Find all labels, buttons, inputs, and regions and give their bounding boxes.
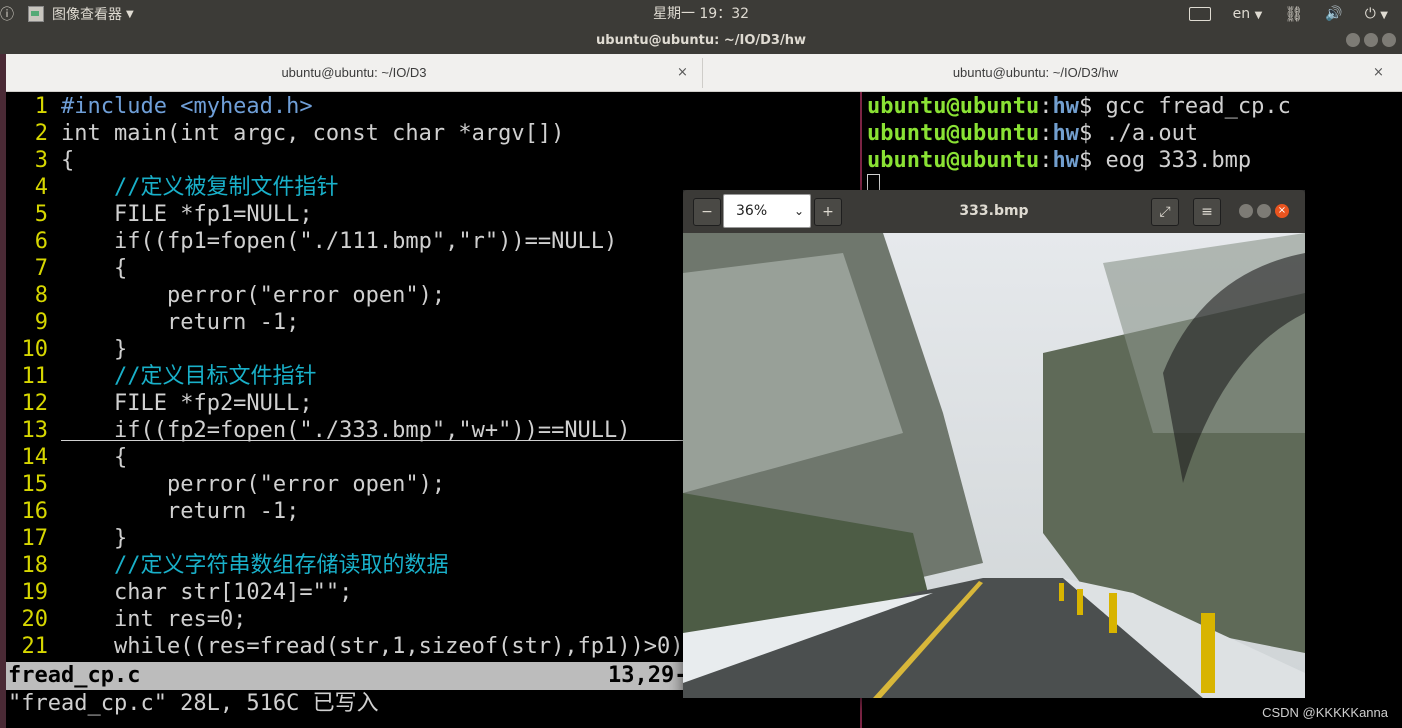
code-text: while((res=fread(str,1,sizeof(str),fp1))… [61,634,684,659]
line-number: 16 [21,499,49,524]
status-filename: fread_cp.c [8,663,141,688]
terminal-command: eog 333.bmp [1105,148,1252,173]
prompt-user: ubuntu@ubuntu [867,94,1040,119]
terminal-title-bar: ubuntu@ubuntu: ~/IO/D3/hw [0,28,1402,54]
window-title: ubuntu@ubuntu: ~/IO/D3/hw [596,33,806,48]
displayed-image [683,233,1305,698]
line-number: 15 [21,472,49,497]
tab-d3[interactable]: ubuntu@ubuntu: ~/IO/D3 [6,54,702,91]
line-number: 17 [21,526,49,551]
code-text: { [61,445,128,470]
prompt-user: ubuntu@ubuntu [867,121,1040,146]
line-number: 20 [21,607,49,632]
power-icon[interactable]: ⏻ ▼ [1365,6,1388,22]
code-text: int res=0; [61,607,247,632]
code-text: perror("error open"); [61,472,446,497]
code-text: int main(int argc, const char *argv[]) [61,121,565,146]
watermark: CSDN @KKKKKanna [1262,705,1388,720]
network-icon[interactable]: ⛓ [1284,5,1303,23]
code-text: } [61,337,128,362]
line-number: 19 [21,580,49,605]
line-number: 8 [34,283,48,308]
line-number: 2 [34,121,48,146]
line-number: 12 [21,391,49,416]
tab-close-button[interactable]: × [1373,54,1384,91]
line-number: 21 [21,634,49,659]
prompt-separator: : [1039,148,1053,173]
code-text: return -1; [61,310,300,335]
prompt-symbol: $ [1078,94,1106,119]
line-number: 1 [34,94,48,119]
prompt-symbol: $ [1078,121,1106,146]
prompt-directory: hw [1052,148,1079,173]
code-text: } [61,526,128,551]
keyboard-icon[interactable] [1188,7,1211,21]
line-number: 18 [21,553,49,578]
prompt-separator: : [1039,121,1053,146]
terminal-command: gcc fread_cp.c [1105,94,1291,119]
close-icon[interactable]: × [1275,204,1289,218]
prompt-directory: hw [1052,94,1079,119]
command-message: "fread_cp.c" 28L, 516C 已写入 [8,691,379,716]
volume-icon[interactable]: 🔊 [1325,6,1342,22]
fullscreen-button[interactable]: ⤢ [1151,198,1179,226]
line-number: 3 [34,148,48,173]
code-text: FILE *fp1=NULL; [61,202,313,227]
terminal-command: ./a.out [1105,121,1199,146]
code-text: { [61,256,128,281]
terminal-tabs: ubuntu@ubuntu: ~/IO/D3 × ubuntu@ubuntu: … [6,54,1402,92]
code-text: char str[1024]=""; [61,580,353,605]
code-text: //定义字符串数组存储读取的数据 [61,553,449,578]
maximize-icon[interactable] [1364,33,1378,47]
line-number: 9 [34,310,48,335]
code-text: FILE *fp2=NULL; [61,391,313,416]
prompt-separator: : [1039,94,1053,119]
terminal-line: ubuntu@ubuntu:hw$ eog 333.bmp [867,147,1251,174]
line-number: 6 [34,229,48,254]
minimize-icon[interactable] [1346,33,1360,47]
line-number: 7 [34,256,48,281]
image-viewer-header: − 36% ⌄ + 333.bmp ⤢ ≡ × [683,190,1305,233]
close-icon[interactable] [1382,33,1396,47]
status-position: 13,29- [608,663,688,688]
prompt-directory: hw [1052,121,1079,146]
chevron-down-icon: ▼ [1254,10,1263,21]
line-number: 10 [21,337,49,362]
code-text: if((fp1=fopen("./111.bmp","r"))==NULL) [61,229,618,254]
code-text: #include <myhead.h> [61,94,313,119]
terminal-line: ubuntu@ubuntu:hw$ gcc fread_cp.c [867,93,1291,120]
maximize-icon[interactable] [1257,204,1271,218]
prompt-user: ubuntu@ubuntu [867,148,1040,173]
line-number: 11 [21,364,49,389]
line-number: 13 [21,418,49,443]
code-text: //定义被复制文件指针 [61,175,339,200]
terminal-line: ubuntu@ubuntu:hw$ ./a.out [867,120,1198,147]
tab-hw[interactable]: ubuntu@ubuntu: ~/IO/D3/hw [703,54,1368,91]
language-indicator[interactable]: en ▼ [1233,6,1263,22]
line-number: 14 [21,445,49,470]
code-text: return -1; [61,499,300,524]
code-text: perror("error open"); [61,283,446,308]
image-viewer-window[interactable]: − 36% ⌄ + 333.bmp ⤢ ≡ × [683,190,1305,698]
language-label: en [1232,6,1251,22]
line-number: 4 [34,175,48,200]
prompt-symbol: $ [1078,148,1106,173]
tab-close-button[interactable]: × [677,54,688,91]
system-top-bar: ⓘ 图像查看器 ▼ 星期一 19：32 en ▼ ⛓ 🔊 ⏻ ▼ [0,0,1402,28]
menu-button[interactable]: ≡ [1193,198,1221,226]
code-text: { [61,148,75,173]
code-text: //定义目标文件指针 [61,364,317,389]
snowy-road-photo [683,233,1305,698]
line-number: 5 [34,202,48,227]
minimize-icon[interactable] [1239,204,1253,218]
